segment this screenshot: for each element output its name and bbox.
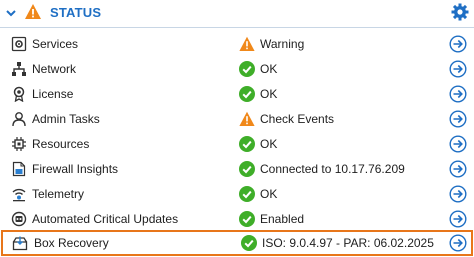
status-row-label: Services: [32, 37, 79, 51]
status-row[interactable]: Network OK: [0, 57, 474, 82]
status-title: STATUS: [50, 5, 102, 20]
status-row-value: Enabled: [260, 212, 305, 226]
firewall-insights-icon: [11, 161, 27, 177]
status-row[interactable]: Resources OK: [0, 132, 474, 157]
status-row-label: Admin Tasks: [32, 112, 100, 126]
arrow-right-circle-icon[interactable]: [449, 60, 467, 78]
status-row-value: Warning: [260, 37, 305, 51]
warning-icon: [239, 111, 255, 127]
status-row-value: OK: [260, 62, 278, 76]
status-row[interactable]: License OK: [0, 82, 474, 107]
ok-check-icon: [239, 61, 255, 77]
services-icon: [11, 36, 27, 52]
arrow-right-circle-icon[interactable]: [449, 85, 467, 103]
automated-updates-icon: [11, 211, 27, 227]
status-row[interactable]: Admin Tasks Check Events: [0, 107, 474, 132]
status-row-value: OK: [260, 187, 278, 201]
status-panel: STATUS Services Warning Network OK License OK…: [0, 0, 474, 257]
status-row-value: Check Events: [260, 112, 335, 126]
box-recovery-icon: [12, 235, 28, 251]
ok-check-icon: [239, 186, 255, 202]
arrow-right-circle-icon[interactable]: [449, 185, 467, 203]
status-row[interactable]: Telemetry OK: [0, 182, 474, 207]
license-icon: [11, 86, 27, 102]
status-row-highlighted[interactable]: Box Recovery ISO: 9.0.4.97 - PAR: 06.02.2…: [1, 230, 473, 256]
warning-icon: [239, 36, 255, 52]
arrow-right-circle-icon[interactable]: [449, 160, 467, 178]
arrow-right-circle-icon[interactable]: [449, 234, 467, 252]
status-row[interactable]: Firewall Insights Connected to 10.17.76.2…: [0, 157, 474, 182]
status-row[interactable]: Services Warning: [0, 32, 474, 57]
status-row-label: Resources: [32, 137, 90, 151]
arrow-right-circle-icon[interactable]: [449, 135, 467, 153]
ok-check-icon: [239, 136, 255, 152]
status-row-label: License: [32, 87, 74, 101]
status-row[interactable]: Automated Critical Updates Enabled: [0, 207, 474, 232]
status-row-value: Connected to 10.17.76.209: [260, 162, 405, 176]
status-row-label: Box Recovery: [34, 236, 109, 250]
status-row-label: Telemetry: [32, 187, 85, 201]
warning-icon: [24, 3, 42, 21]
status-row-value: OK: [260, 87, 278, 101]
ok-check-icon: [239, 161, 255, 177]
status-row-label: Network: [32, 62, 77, 76]
status-row-label: Automated Critical Updates: [32, 212, 179, 226]
ok-check-icon: [239, 86, 255, 102]
ok-check-icon: [239, 211, 255, 227]
status-row-value: OK: [260, 137, 278, 151]
arrow-right-circle-icon[interactable]: [449, 110, 467, 128]
admin-tasks-icon: [11, 111, 27, 127]
network-icon: [11, 61, 27, 77]
gear-icon[interactable]: [451, 3, 469, 21]
arrow-right-circle-icon[interactable]: [449, 35, 467, 53]
status-row-label: Firewall Insights: [32, 162, 119, 176]
status-row-value: ISO: 9.0.4.97 - PAR: 06.02.2025: [262, 236, 434, 250]
chevron-down-icon[interactable]: [4, 6, 18, 20]
resources-icon: [11, 136, 27, 152]
ok-check-icon: [241, 235, 257, 251]
arrow-right-circle-icon[interactable]: [449, 210, 467, 228]
telemetry-icon: [11, 186, 27, 202]
status-header: STATUS: [0, 0, 474, 28]
